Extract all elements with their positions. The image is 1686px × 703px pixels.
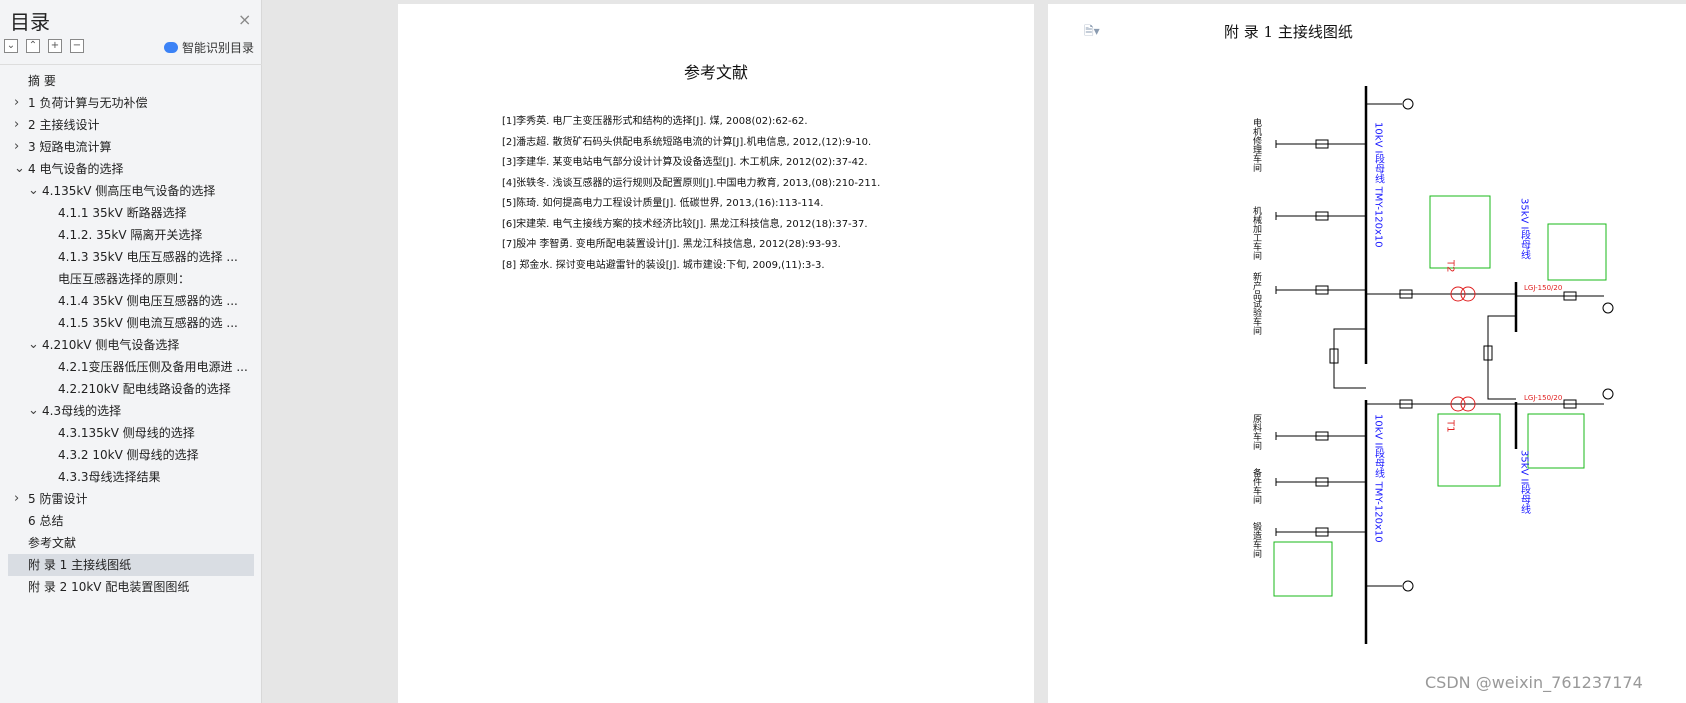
toc-item-label: 4.3母线的选择 [42, 404, 122, 418]
toc-item[interactable]: 6 总结 [0, 510, 262, 532]
toc-item[interactable]: 4.2.210kV 配电线路设备的选择 [0, 378, 262, 400]
toc-item[interactable]: 4.1.1 35kV 断路器选择 [0, 202, 262, 224]
bus-35kv-1-label: 35kV I段母线 [1519, 198, 1531, 259]
toc-item[interactable]: ⌄ 4 电气设备的选择 [0, 158, 262, 180]
toc-item[interactable]: 4.3.135kV 侧母线的选择 [0, 422, 262, 444]
toc-item-label: 4.1.4 35kV 侧电压互感器的选 ... [58, 294, 238, 308]
chevron-down-icon[interactable]: ⌄ [14, 158, 25, 180]
close-icon[interactable]: × [238, 10, 251, 29]
toc-item[interactable]: 参考文献 [0, 532, 262, 554]
transformer-t1-label: T1 [1445, 419, 1456, 432]
toc-item-label: 4.2.210kV 配电线路设备的选择 [58, 382, 231, 396]
expand-up-icon[interactable]: ⌃ [26, 39, 40, 53]
toc-item[interactable]: 摘 要 [0, 70, 262, 92]
main-wiring-diagram: 10kV I段母线 TMY-120x10 10kV II段母线 TMY-120x… [1251, 86, 1614, 644]
toc-item-label: 附 录 2 10kV 配电装置图图纸 [28, 580, 190, 594]
toc-item-label: 4.3.135kV 侧母线的选择 [58, 426, 195, 440]
toc-item[interactable]: 附 录 2 10kV 配电装置图图纸 [0, 576, 262, 598]
page-title: 附 录 1 主接线图纸 [1224, 23, 1353, 41]
toc-item[interactable]: ⌄ 4.3母线的选择 [0, 400, 262, 422]
toc-item-label: 4 电气设备的选择 [28, 162, 124, 176]
toc-list: 摘 要 › 1 负荷计算与无功补偿 › 2 主接线设计 › 3 短路电流计算 ⌄ 4 电气设备的… [0, 70, 262, 598]
reference-item: [3]李建华. 某变电站电气部分设计计算及设备选型[J]. 木工机床, 2012… [502, 157, 868, 168]
reference-list: [1]李秀英. 电厂主变压器形式和结构的选择[J]. 煤, 2008(02):6… [502, 112, 880, 276]
toc-item[interactable]: ⌄ 4.135kV 侧高压电气设备的选择 [0, 180, 262, 202]
toc-item[interactable]: › 5 防雷设计 [0, 488, 262, 510]
bus-10kv-2-label: 10kV II段母线 TMY-120x10 [1373, 414, 1385, 543]
document-page-appendix: 🗎▾ 附 录 1 主接线图纸 10kV I段母线 TMY-120x10 10kV… [1048, 4, 1686, 703]
divider [0, 64, 262, 65]
toc-item[interactable]: 4.3.3母线选择结果 [0, 466, 262, 488]
toc-item-label: 4.3.3母线选择结果 [58, 470, 161, 484]
chevron-right-icon[interactable]: › [14, 114, 19, 136]
chevron-right-icon[interactable]: › [14, 136, 19, 158]
feeder-label: 备件车间 [1251, 467, 1262, 505]
toc-item-label: 4.3.2 10kV 侧母线的选择 [58, 448, 199, 462]
toc-item-label: 4.1.1 35kV 断路器选择 [58, 206, 187, 220]
toc-item[interactable]: 4.1.3 35kV 电压互感器的选择 ... [0, 246, 262, 268]
reference-item: [8] 郑金水. 探讨变电站避雷针的装设[J]. 城市建设:下旬, 2009,(… [502, 259, 825, 271]
bus-10kv-1-label: 10kV I段母线 TMY-120x10 [1373, 122, 1385, 248]
remove-icon[interactable]: − [70, 39, 84, 53]
toc-item-label: 摘 要 [28, 74, 56, 88]
feeder-label: 原料车间 [1251, 414, 1262, 451]
toc-item-label: 附 录 1 主接线图纸 [28, 558, 132, 572]
collapse-all-icon[interactable]: ⌄ [4, 39, 18, 53]
toc-item[interactable]: 电压互感器选择的原则： [0, 268, 262, 290]
transformer-t2-label: T2 [1445, 259, 1456, 272]
toc-item-label: 4.210kV 侧电气设备选择 [42, 338, 180, 352]
toc-item[interactable]: › 1 负荷计算与无功补偿 [0, 92, 262, 114]
bus-35kv-2-label: 35kV II段母线 [1519, 450, 1531, 514]
document-page-references: 参考文献 [1]李秀英. 电厂主变压器形式和结构的选择[J]. 煤, 2008(… [398, 4, 1034, 703]
toc-item[interactable]: › 2 主接线设计 [0, 114, 262, 136]
feeder-label: 电机修理车间 [1251, 117, 1262, 173]
toc-item-label: 4.1.5 35kV 侧电流互感器的选 ... [58, 316, 238, 330]
toc-item-label: 4.1.2. 35kV 隔离开关选择 [58, 228, 203, 242]
toc-item[interactable]: 4.1.2. 35kV 隔离开关选择 [0, 224, 262, 246]
toc-item-label: 4.2.1变压器低压侧及备用电源进 ... [58, 360, 248, 374]
line-label: LGJ-150/20 [1524, 284, 1562, 292]
toc-item-label: 电压互感器选择的原则： [58, 272, 191, 286]
toc-item-label: 4.135kV 侧高压电气设备的选择 [42, 184, 216, 198]
chevron-down-icon[interactable]: ⌄ [28, 400, 39, 422]
toc-toolbar: ⌄ ⌃ + − [4, 39, 84, 53]
toc-title: 目录 [10, 10, 50, 34]
smart-toc-label: 智能识别目录 [182, 41, 255, 55]
chevron-right-icon[interactable]: › [14, 488, 19, 510]
toc-item-label: 2 主接线设计 [28, 118, 100, 132]
toc-item[interactable]: 4.2.1变压器低压侧及备用电源进 ... [0, 356, 262, 378]
feeder-label: 机械加工车间 [1251, 205, 1262, 261]
reference-item: [5]陈琦. 如何提高电力工程设计质量[J]. 低碳世界, 2013,(16):… [502, 198, 824, 209]
feeder-label: 新产品试验车间 [1251, 271, 1262, 336]
toc-item-label: 1 负荷计算与无功补偿 [28, 96, 148, 110]
document-icon[interactable]: 🗎▾ [1084, 22, 1100, 43]
toc-item-label: 6 总结 [28, 514, 64, 528]
reference-item: [1]李秀英. 电厂主变压器形式和结构的选择[J]. 煤, 2008(02):6… [502, 116, 808, 127]
toc-item-label: 3 短路电流计算 [28, 140, 112, 154]
chevron-right-icon[interactable]: › [14, 92, 19, 114]
watermark: CSDN @weixin_761237174 [1425, 673, 1643, 692]
toc-item-label: 4.1.3 35kV 电压互感器的选择 ... [58, 250, 238, 264]
ai-icon [164, 42, 178, 53]
toc-item[interactable]: 4.1.4 35kV 侧电压互感器的选 ... [0, 290, 262, 312]
chevron-down-icon[interactable]: ⌄ [28, 334, 39, 356]
reference-item: [4]张轶冬. 浅谈互感器的运行规则及配置原则[J].中国电力教育, 2013,… [502, 177, 881, 189]
smart-toc-button[interactable]: 智能识别目录 [164, 39, 254, 56]
add-icon[interactable]: + [48, 39, 62, 53]
toc-item[interactable]: 4.1.5 35kV 侧电流互感器的选 ... [0, 312, 262, 334]
toc-item-label: 参考文献 [28, 536, 77, 550]
toc-item[interactable]: 附 录 1 主接线图纸 [8, 554, 254, 576]
reference-item: [6]宋建荣. 电气主接线方案的技术经济比较[J]. 黑龙江科技信息, 2012… [502, 218, 868, 230]
toc-item[interactable]: ⌄ 4.210kV 侧电气设备选择 [0, 334, 262, 356]
toc-item-label: 5 防雷设计 [28, 492, 88, 506]
toc-sidebar: 目录 × ⌄ ⌃ + − 智能识别目录 摘 要 › 1 负荷计算与无功补偿 › 2 主接… [0, 0, 262, 703]
chevron-down-icon[interactable]: ⌄ [28, 180, 39, 202]
toc-item[interactable]: 4.3.2 10kV 侧母线的选择 [0, 444, 262, 466]
line-label: LGJ-150/20 [1524, 394, 1562, 402]
toc-item[interactable]: › 3 短路电流计算 [0, 136, 262, 158]
reference-item: [2]潘志超. 散货矿石码头供配电系统短路电流的计算[J].机电信息, 2012… [502, 136, 872, 148]
reference-item: [7]殷冲 李智勇. 变电所配电装置设计[J]. 黑龙江科技信息, 2012(2… [502, 239, 841, 250]
feeder-label: 锻造车间 [1251, 521, 1262, 559]
page-title: 参考文献 [683, 63, 748, 82]
